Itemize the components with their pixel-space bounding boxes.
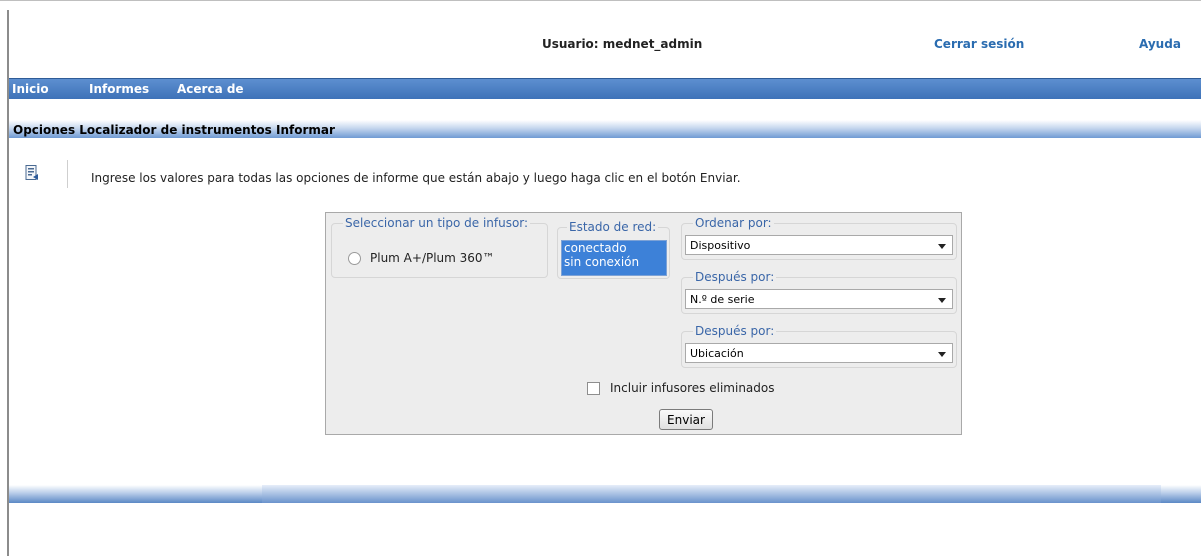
then-by-legend-1: Después por:: [693, 270, 777, 284]
infusor-option-label: Plum A+/Plum 360™: [370, 251, 495, 265]
sort-order-select[interactable]: Dispositivo: [685, 235, 953, 255]
sort-order-value: Dispositivo: [690, 239, 751, 252]
network-status-listbox[interactable]: conectado sin conexión: [561, 240, 667, 276]
then-by-select-1[interactable]: N.º de serie: [685, 289, 953, 309]
sort-order-legend: Ordenar por:: [693, 216, 774, 230]
then-by-legend-2: Después por:: [693, 324, 777, 338]
section-header-bar: Opciones Localizador de instrumentos Inf…: [9, 120, 1201, 138]
network-option-offline[interactable]: sin conexión: [562, 255, 666, 269]
nav-item-acerca-de[interactable]: Acerca de: [177, 82, 244, 96]
network-option-connected[interactable]: conectado: [562, 241, 666, 255]
include-deleted-label: Incluir infusores eliminados: [610, 381, 775, 395]
then-by-select-2[interactable]: Ubicación: [685, 343, 953, 363]
then-by-group-2: Después por: Ubicación: [681, 324, 957, 368]
footer-bar-segment: [262, 485, 1161, 503]
report-options-icon: [25, 165, 38, 180]
chevron-down-icon: [938, 298, 946, 303]
sort-order-group: Ordenar por: Dispositivo: [681, 216, 957, 260]
instruction-divider: [67, 160, 68, 188]
include-deleted-checkbox[interactable]: [587, 381, 600, 395]
footer-bar: [9, 485, 1201, 503]
network-status-legend: Estado de red:: [567, 220, 659, 234]
infusor-radio[interactable]: [348, 251, 361, 265]
nav-item-inicio[interactable]: Inicio: [12, 82, 49, 96]
current-user-label: Usuario: mednet_admin: [542, 37, 703, 51]
top-border: [0, 0, 1201, 1]
submit-button[interactable]: Enviar: [659, 409, 713, 430]
then-by-group-1: Después por: N.º de serie: [681, 270, 957, 314]
report-options-panel: Seleccionar un tipo de infusor: Plum A+/…: [325, 212, 962, 435]
include-deleted-option[interactable]: Incluir infusores eliminados: [587, 381, 775, 395]
then-by-value-1: N.º de serie: [690, 293, 755, 306]
chevron-down-icon: [938, 244, 946, 249]
infusor-type-legend: Seleccionar un tipo de infusor:: [343, 216, 531, 230]
chevron-down-icon: [938, 352, 946, 357]
infusor-option[interactable]: Plum A+/Plum 360™: [348, 251, 495, 265]
instruction-text: Ingrese los valores para todas las opcio…: [91, 171, 741, 185]
help-link[interactable]: Ayuda: [1139, 37, 1181, 51]
nav-item-informes[interactable]: Informes: [89, 82, 149, 96]
section-title: Opciones Localizador de instrumentos Inf…: [13, 123, 335, 137]
logout-link[interactable]: Cerrar sesión: [934, 37, 1024, 51]
network-status-group: Estado de red: conectado sin conexión: [557, 220, 670, 279]
infusor-type-group: Seleccionar un tipo de infusor: Plum A+/…: [331, 216, 548, 278]
then-by-value-2: Ubicación: [690, 347, 744, 360]
main-nav-bar: Inicio Informes Acerca de: [9, 78, 1201, 99]
